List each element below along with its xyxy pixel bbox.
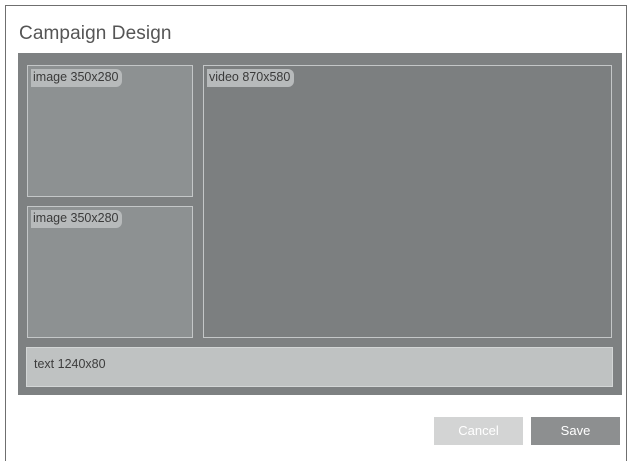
image-slot-bottom[interactable]: image 350x280	[27, 206, 193, 338]
layout-canvas: image 350x280 image 350x280 video 870x58…	[18, 53, 622, 395]
text-slot[interactable]: text 1240x80	[26, 347, 613, 387]
slot-label: video 870x580	[207, 69, 295, 87]
video-slot[interactable]: video 870x580	[203, 65, 612, 338]
cancel-button[interactable]: Cancel	[434, 417, 523, 445]
dialog-title: Campaign Design	[19, 23, 172, 44]
slot-label: text 1240x80	[34, 357, 106, 371]
slot-label: image 350x280	[31, 69, 123, 87]
image-slot-top[interactable]: image 350x280	[27, 65, 193, 197]
save-button[interactable]: Save	[531, 417, 620, 445]
slot-label: image 350x280	[31, 210, 123, 228]
